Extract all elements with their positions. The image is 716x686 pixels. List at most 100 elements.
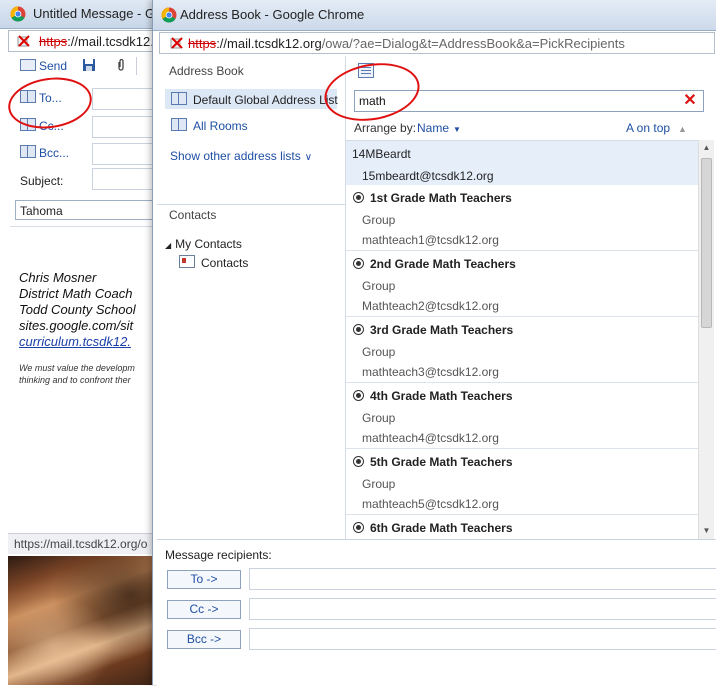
result-email: mathteach1@tcsdk12.org	[362, 233, 499, 247]
result-name: 4th Grade Math Teachers	[370, 389, 513, 403]
double-chevron-down-icon: ∨	[304, 152, 313, 163]
signature-role: District Math Coach	[19, 286, 133, 301]
add-to-button[interactable]: To ->	[167, 570, 241, 589]
url-path: /owa/?ae=Dialog&t=AddressBook&a=PickReci…	[321, 36, 625, 51]
my-contacts-folder[interactable]: ◢ My Contacts	[165, 237, 242, 251]
recipients-title: Message recipients:	[165, 548, 272, 562]
divider	[157, 204, 345, 205]
status-bar: https://mail.tcsdk12.org/o	[8, 533, 160, 554]
scroll-thumb[interactable]	[701, 158, 712, 328]
compose-window-title: Untitled Message - Go	[33, 6, 163, 21]
insecure-icon	[17, 35, 30, 47]
font-select[interactable]: Tahoma	[15, 200, 160, 220]
cc-button[interactable]: Cc...	[20, 118, 64, 133]
group-icon	[353, 324, 364, 335]
result-type: Group	[362, 279, 396, 293]
bcc-recipients-field[interactable]	[249, 628, 716, 650]
url-host: ://mail.tcsdk12.org	[216, 36, 322, 51]
chrome-icon	[10, 6, 26, 22]
group-icon	[353, 456, 364, 467]
subject-label: Subject:	[20, 174, 64, 188]
nav-item-all-rooms[interactable]: All Rooms	[165, 115, 337, 135]
result-email: 15mbeardt@tcsdk12.org	[362, 169, 494, 183]
address-book-icon	[20, 90, 36, 103]
address-book-icon	[20, 145, 36, 158]
group-icon	[353, 522, 364, 533]
chrome-icon	[161, 7, 177, 23]
to-recipients-field[interactable]	[249, 568, 716, 590]
compose-window: Untitled Message - Go https://mail.tcsdk…	[0, 0, 164, 685]
nav-section-title: Address Book	[169, 64, 244, 78]
results-scrollbar[interactable]: ▲ ▼	[698, 140, 714, 539]
results-list: 14MBeardt 15mbeardt@tcsdk12.org 1st Grad…	[346, 140, 698, 540]
result-email: mathteach4@tcsdk12.org	[362, 431, 499, 445]
scroll-up-icon[interactable]: ▲	[699, 140, 714, 156]
address-book-window-title: Address Book - Google Chrome	[180, 7, 365, 22]
add-bcc-button[interactable]: Bcc ->	[167, 630, 241, 649]
arrange-bar: Arrange by: Name ▼ A on top ▲	[354, 120, 704, 136]
signature-org: Todd County School	[19, 302, 136, 317]
signature-quote: We must value the developm thinking and …	[19, 363, 135, 385]
signature-link[interactable]: curriculum.tcsdk12.	[19, 334, 159, 350]
result-item[interactable]: 1st Grade Math Teachers Group mathteach1…	[346, 185, 698, 251]
search-input[interactable]	[355, 91, 683, 111]
scroll-down-icon[interactable]: ▼	[699, 523, 714, 539]
result-name: 3rd Grade Math Teachers	[370, 323, 514, 337]
insecure-icon	[170, 37, 183, 49]
signature-name: Chris Mosner	[19, 270, 97, 285]
sort-order-toggle[interactable]: A on top ▲	[626, 121, 687, 135]
save-icon[interactable]	[82, 58, 96, 72]
search-box: ✕	[354, 90, 704, 112]
desktop-wallpaper	[8, 556, 160, 685]
result-item[interactable]: 4th Grade Math Teachers Group mathteach4…	[346, 383, 698, 449]
address-book-icon	[20, 118, 36, 131]
result-email: mathteach5@tcsdk12.org	[362, 497, 499, 511]
result-type: Group	[362, 477, 396, 491]
address-book-nav: Address Book Default Global Address List…	[157, 56, 346, 539]
address-book-titlebar: Address Book - Google Chrome	[153, 0, 716, 31]
result-name: 6th Grade Math Teachers	[370, 521, 513, 535]
to-button[interactable]: To...	[20, 90, 62, 105]
nav-item-global-address-list[interactable]: Default Global Address List	[165, 89, 338, 109]
result-type: Group	[362, 345, 396, 359]
cc-recipients-field[interactable]	[249, 598, 716, 620]
result-name: 2nd Grade Math Teachers	[370, 257, 516, 271]
result-item[interactable]: 5th Grade Math Teachers Group mathteach5…	[346, 449, 698, 515]
expand-triangle-icon: ◢	[165, 241, 172, 250]
result-item[interactable]: 3rd Grade Math Teachers Group mathteach3…	[346, 317, 698, 383]
sort-up-icon: ▲	[678, 124, 687, 134]
url-scheme: https	[188, 36, 217, 51]
url-host: ://mail.tcsdk12.	[67, 34, 154, 49]
bcc-button[interactable]: Bcc...	[20, 145, 69, 160]
url-scheme: https	[39, 34, 68, 49]
arrange-label: Arrange by:	[354, 121, 417, 135]
message-recipients-panel: Message recipients: To -> Cc -> Bcc ->	[157, 539, 716, 686]
contacts-section-title: Contacts	[169, 208, 217, 222]
contacts-folder[interactable]: Contacts	[179, 255, 248, 270]
arrange-by-dropdown[interactable]: Name ▼	[417, 121, 461, 135]
result-item[interactable]: 2nd Grade Math Teachers Group Mathteach2…	[346, 251, 698, 317]
address-book-icon	[171, 118, 187, 131]
address-list-icon[interactable]	[358, 63, 374, 78]
clear-search-icon[interactable]: ✕	[681, 92, 699, 110]
group-icon	[353, 390, 364, 401]
address-book-window: Address Book - Google Chrome https://mai…	[152, 0, 716, 686]
result-email: Mathteach2@tcsdk12.org	[362, 299, 499, 313]
result-name: 1st Grade Math Teachers	[370, 191, 512, 205]
show-other-lists-link[interactable]: Show other address lists ∨	[170, 149, 312, 163]
result-item[interactable]: 6th Grade Math Teachers	[346, 515, 698, 540]
compose-titlebar: Untitled Message - Go	[0, 0, 163, 29]
address-book-icon	[171, 92, 187, 105]
divider	[10, 226, 160, 227]
compose-url-bar[interactable]: https://mail.tcsdk12.	[8, 30, 160, 52]
address-book-url-bar[interactable]: https://mail.tcsdk12.org/owa/?ae=Dialog&…	[159, 32, 715, 54]
result-type: Group	[362, 411, 396, 425]
signature-site: sites.google.com/sit	[19, 318, 134, 333]
add-cc-button[interactable]: Cc ->	[167, 600, 241, 619]
attach-icon[interactable]	[114, 58, 128, 72]
compose-toolbar: Send	[8, 56, 160, 78]
signature-block: Chris Mosner District Math Coach Todd Co…	[19, 270, 159, 350]
result-name: 14MBeardt	[352, 147, 411, 161]
send-button[interactable]: Send	[20, 59, 67, 73]
group-icon	[353, 192, 364, 203]
